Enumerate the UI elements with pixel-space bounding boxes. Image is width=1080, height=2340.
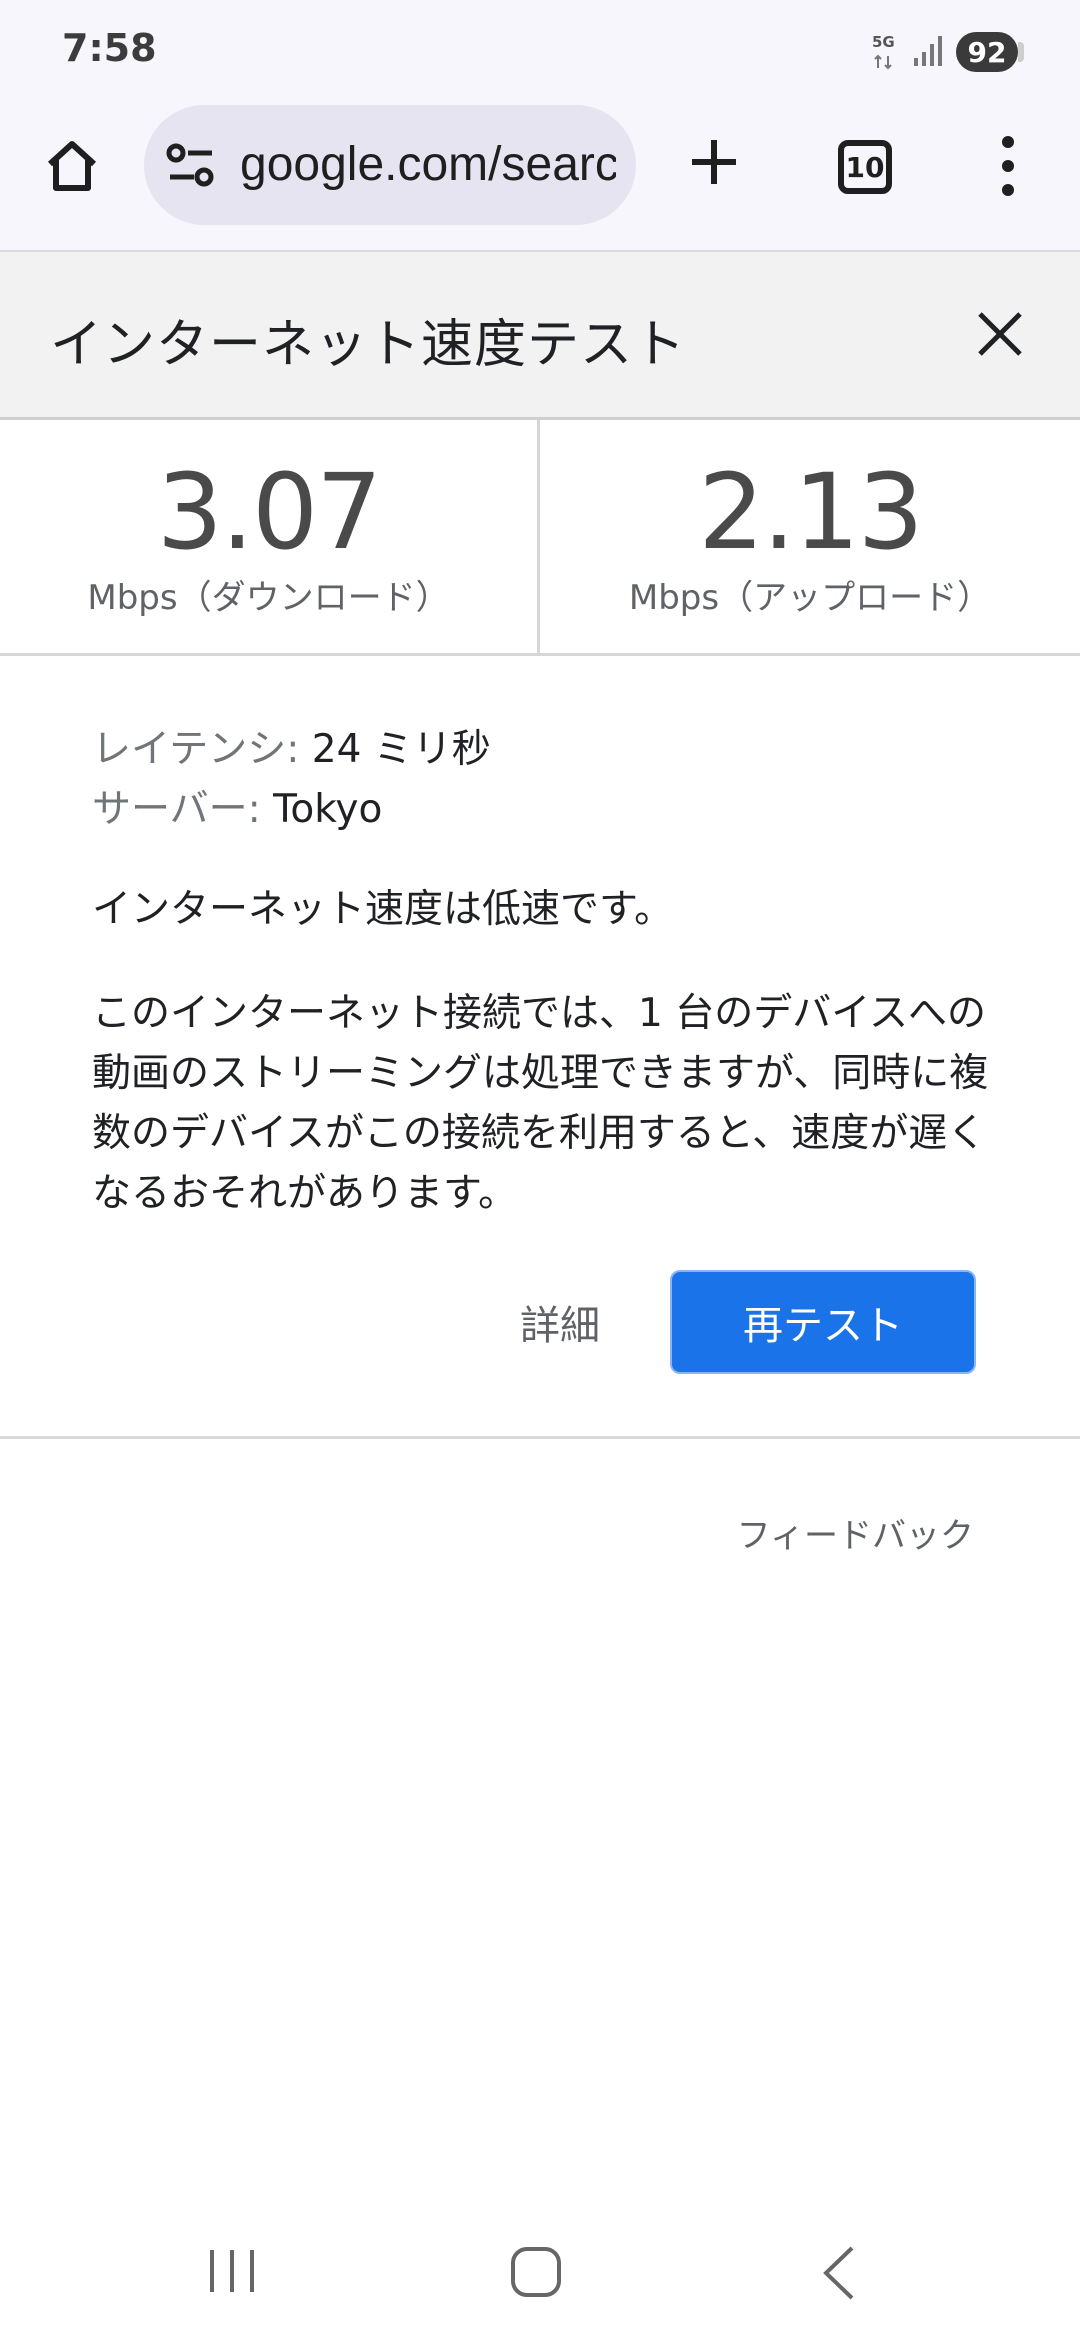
latency-key: レイテンシ: [92,727,300,772]
download-speed-label: Mbps（ダウンロード） [87,578,450,618]
download-speed-value: 3.07 [156,451,383,573]
speed-test-header: インターネット速度テスト [0,250,1080,420]
latency-line: レイテンシ: 24 ミリ秒 [92,720,992,780]
browser-toolbar: google.com/search 10 [0,100,1080,250]
close-button[interactable] [968,302,1032,366]
more-vert-icon [1002,136,1014,196]
system-nav-bar [0,2200,1080,2340]
server-key: サーバー: [92,787,261,832]
upload-speed-label: Mbps（アップロード） [628,578,992,618]
tab-switcher-button[interactable]: 10 [838,140,892,194]
url-text[interactable]: google.com/search [240,133,616,197]
latency-value: 24 ミリ秒 [311,727,491,772]
network-type-icon: 5G [872,34,896,72]
feedback-link[interactable]: フィードバック [737,1508,974,1557]
server-line: サーバー: Tokyo [92,780,992,840]
panel-title: インターネット速度テスト [50,315,687,375]
battery-level: 92 [967,35,1007,69]
test-details: レイテンシ: 24 ミリ秒 サーバー: Tokyo [92,720,992,840]
close-icon [978,312,1022,356]
server-value: Tokyo [273,787,383,832]
upload-speed-value: 2.13 [698,451,924,573]
speed-summary: インターネット速度は低速です。 [92,887,674,932]
speed-results: 3.07 Mbps（ダウンロード） 2.13 Mbps（アップロード） [0,420,1080,656]
home-nav-icon[interactable] [508,2244,564,2300]
status-time: 7:58 [62,26,157,70]
battery-icon: 92 [956,32,1024,72]
home-button[interactable] [36,130,108,202]
divider [0,1436,1080,1439]
status-bar: 7:58 5G 92 [0,0,1080,100]
tab-count: 10 [845,150,885,184]
signal-icon [912,34,946,68]
home-icon [47,141,97,191]
download-result: 3.07 Mbps（ダウンロード） [0,420,540,656]
tune-icon[interactable] [166,143,216,187]
back-icon[interactable] [818,2244,858,2302]
new-tab-button[interactable] [678,126,750,198]
menu-button[interactable] [988,126,1028,206]
upload-result: 2.13 Mbps（アップロード） [540,420,1080,656]
speed-description: このインターネット接続では、1 台のデバイスへの動画のストリーミングは処理できま… [92,991,989,1216]
address-bar[interactable]: google.com/search [144,105,636,225]
details-button[interactable]: 詳細 [500,1272,620,1372]
plus-icon [692,140,736,184]
retest-button[interactable]: 再テスト [670,1270,976,1374]
recents-icon[interactable] [206,2246,258,2296]
